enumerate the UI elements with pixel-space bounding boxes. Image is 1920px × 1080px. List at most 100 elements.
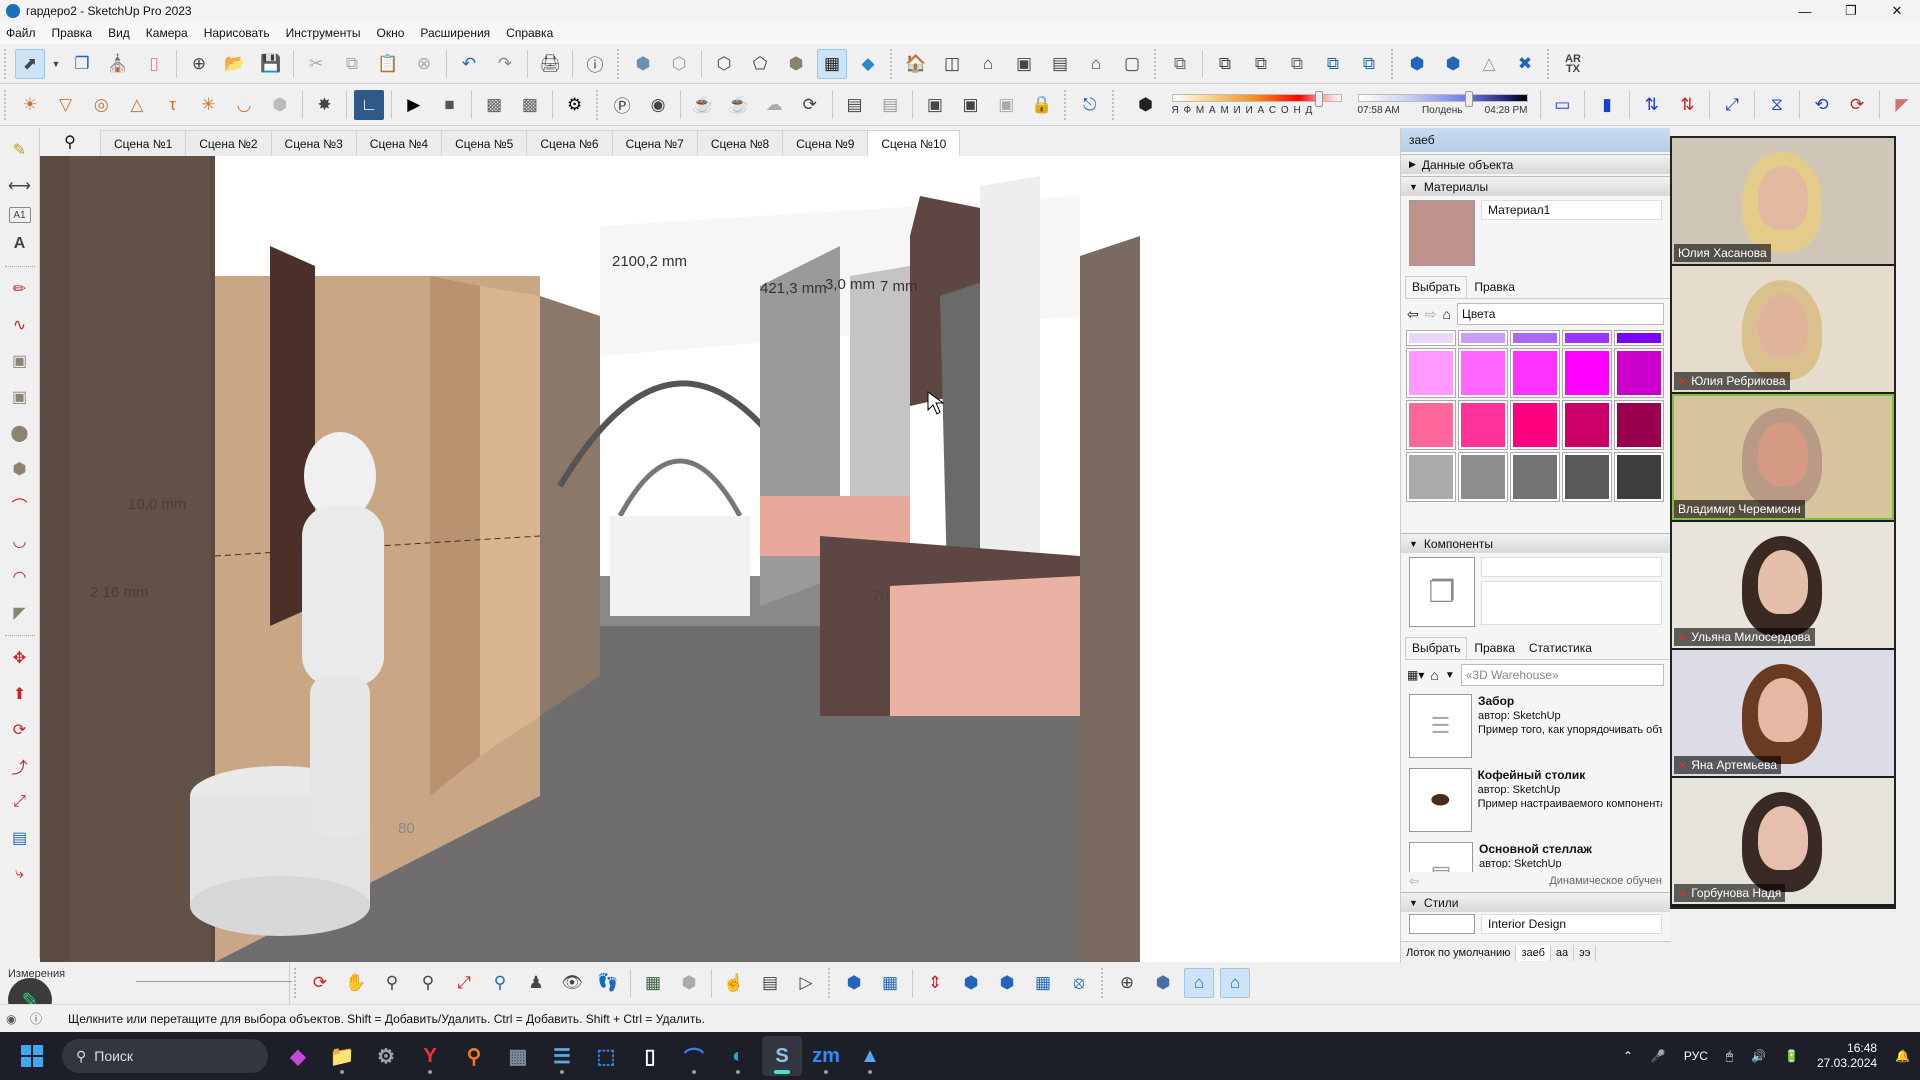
walk-icon[interactable]: 👣	[593, 968, 623, 998]
dome-light-icon[interactable]: ◡	[229, 90, 259, 120]
flip-normals-down-icon[interactable]: ⇅	[1673, 90, 1703, 120]
participant-video-tile[interactable]: Владимир Черемисин	[1672, 394, 1894, 520]
menu-file[interactable]: Файл	[6, 24, 36, 42]
menu-window[interactable]: Окно	[376, 24, 404, 42]
snipping-tool-icon[interactable]: ⬚	[586, 1036, 626, 1076]
front-view-icon[interactable]: ⌂	[973, 49, 1003, 79]
material-library-select[interactable]: Цвета	[1456, 303, 1664, 325]
tray-tab-ee[interactable]: ээ	[1574, 944, 1597, 961]
settings-icon[interactable]: ⚙	[366, 1036, 406, 1076]
menu-tools[interactable]: Инструменты	[286, 24, 361, 42]
render-interactive-icon[interactable]: ☕	[724, 90, 754, 120]
tab-scene-9[interactable]: Сцена №9	[782, 130, 869, 156]
color-swatch[interactable]	[1562, 400, 1612, 450]
copy-icon[interactable]: ⧉	[337, 49, 367, 79]
stop-icon[interactable]: ■	[435, 90, 465, 120]
warehouse-search-input[interactable]: «3D Warehouse»	[1460, 664, 1664, 686]
smoove-icon[interactable]: ⇕	[920, 968, 950, 998]
component-list-item[interactable]: ▤ Основной стеллаж автор: SketchUp	[1401, 838, 1670, 872]
menu-extensions[interactable]: Расширения	[420, 24, 490, 42]
toolbar-grip[interactable]	[4, 48, 8, 79]
components-tab-statistics[interactable]: Статистика	[1522, 637, 1599, 659]
tab-scene-2[interactable]: Сцена №2	[185, 130, 272, 156]
pan-icon[interactable]: ✋	[341, 968, 371, 998]
shadows-toggle-icon[interactable]: ⬢	[1131, 90, 1161, 120]
move-icon[interactable]: ✥	[5, 643, 35, 673]
save-icon[interactable]: 💾	[256, 49, 286, 79]
home-icon[interactable]: ⌂	[1442, 306, 1450, 322]
notifications-icon[interactable]: 🔔	[1895, 1049, 1910, 1063]
previous-view-icon[interactable]: ⚲	[485, 968, 515, 998]
materials-header[interactable]: ▼ Материалы	[1401, 176, 1670, 196]
section-view-icon[interactable]: ⬢	[1148, 968, 1178, 998]
house-blue-icon[interactable]: ⌂	[1220, 968, 1250, 998]
iso-view-icon[interactable]: 🏠	[901, 49, 931, 79]
entity-info-header[interactable]: ▶ Данные объекта	[1401, 154, 1670, 174]
maximize-button[interactable]: ❐	[1828, 0, 1874, 22]
color-swatch[interactable]	[1614, 330, 1664, 346]
orbit-icon[interactable]: ⟳	[305, 968, 335, 998]
outliner-icon[interactable]: ▤	[755, 968, 785, 998]
volume-icon[interactable]: 🔊	[1751, 1049, 1766, 1063]
color-swatch[interactable]	[1614, 452, 1664, 502]
participant-video-tile[interactable]: ✕ Горбунова Надя	[1672, 778, 1894, 904]
arc-app-icon[interactable]: ⌒	[674, 1036, 714, 1076]
xray-icon[interactable]: ⬢	[628, 49, 658, 79]
vfb-window-icon[interactable]: ▣	[920, 90, 950, 120]
color-swatch[interactable]	[1510, 348, 1560, 398]
flip-normals-up-icon[interactable]: ⇅	[1637, 90, 1667, 120]
arc-icon[interactable]: ⌒	[5, 490, 35, 520]
3d-viewport[interactable]: 2100,2 mm 421,3 mm 3,0 mm 7 mm 10,0 mm 2…	[40, 156, 1400, 962]
menu-edit[interactable]: Правка	[52, 24, 93, 42]
add-location-icon[interactable]: ▦	[638, 968, 668, 998]
scale-icon[interactable]: ⤢	[5, 787, 35, 817]
lock-icon[interactable]: 🔒	[1027, 90, 1057, 120]
photos-icon[interactable]: ▲	[850, 1036, 890, 1076]
geo-location-icon[interactable]: ◉	[6, 1012, 24, 1026]
materials-tab-select[interactable]: Выбрать	[1405, 276, 1468, 298]
taskbar-search[interactable]: ⚲ Поиск	[62, 1039, 268, 1073]
shaded-icon[interactable]: ⬢	[781, 49, 811, 79]
materials-tab-edit[interactable]: Правка	[1467, 276, 1522, 298]
make-component-icon[interactable]: ❐	[67, 49, 97, 79]
outer-shell-icon[interactable]: ⧉	[1165, 49, 1195, 79]
participant-video-tile[interactable]: ✕ Юлия Ребрикова	[1672, 266, 1894, 392]
section-plane-icon[interactable]: ▭	[1547, 90, 1577, 120]
tab-scene-6[interactable]: Сцена №6	[526, 130, 613, 156]
extension-warehouse-icon[interactable]: ✖	[1510, 49, 1540, 79]
components-tab-edit[interactable]: Правка	[1467, 637, 1522, 659]
component-description-field[interactable]	[1481, 581, 1662, 625]
sketchup-diffusion-icon[interactable]: ∟	[354, 89, 384, 120]
back-arrow-icon[interactable]: ⇦	[1409, 874, 1419, 888]
left-view-icon[interactable]: ⌂	[1081, 49, 1111, 79]
clock[interactable]: 16:48 27.03.2024	[1817, 1041, 1877, 1071]
tab-scene-5[interactable]: Сцена №5	[441, 130, 528, 156]
info-icon[interactable]: ⓘ	[30, 1010, 48, 1027]
tab-scene-10[interactable]: Сцена №10	[867, 130, 961, 156]
artx-icon[interactable]: AR TX	[1558, 49, 1588, 79]
hourglass-icon[interactable]: ⧖	[1762, 90, 1792, 120]
circle-icon[interactable]: ⬤	[5, 418, 35, 448]
paint-bucket-icon[interactable]: ⛪	[103, 49, 133, 79]
shaded-textures-icon[interactable]: ▦	[817, 48, 847, 79]
open-icon[interactable]: 📂	[220, 49, 250, 79]
trim-icon[interactable]: ⧉	[1318, 49, 1348, 79]
color-swatch[interactable]	[1458, 330, 1508, 346]
tape-measure-icon[interactable]: ✎	[5, 135, 35, 165]
frame-buffer-dim-icon[interactable]: ▤	[875, 90, 905, 120]
cut-icon[interactable]: ✂	[301, 49, 331, 79]
color-swatch[interactable]	[1458, 452, 1508, 502]
menu-view[interactable]: Вид	[108, 24, 130, 42]
stamp-icon[interactable]: ⬢	[956, 968, 986, 998]
battery-icon[interactable]: 🔋	[1784, 1049, 1799, 1063]
scenes-panel-icon[interactable]: ▷	[791, 968, 821, 998]
walk-house-icon[interactable]: ⌂	[1184, 968, 1214, 998]
paste-icon[interactable]: 📋	[373, 49, 403, 79]
rectangle-icon[interactable]: ▣	[5, 346, 35, 376]
components-header[interactable]: ▼ Компоненты	[1401, 533, 1670, 553]
scene-search-icon[interactable]: ⚲	[40, 128, 100, 156]
search-app-icon[interactable]: ⚲	[454, 1036, 494, 1076]
freehand-icon[interactable]: ∿	[5, 310, 35, 340]
tab-scene-4[interactable]: Сцена №4	[355, 130, 443, 156]
position-camera-icon[interactable]: ♟	[521, 968, 551, 998]
